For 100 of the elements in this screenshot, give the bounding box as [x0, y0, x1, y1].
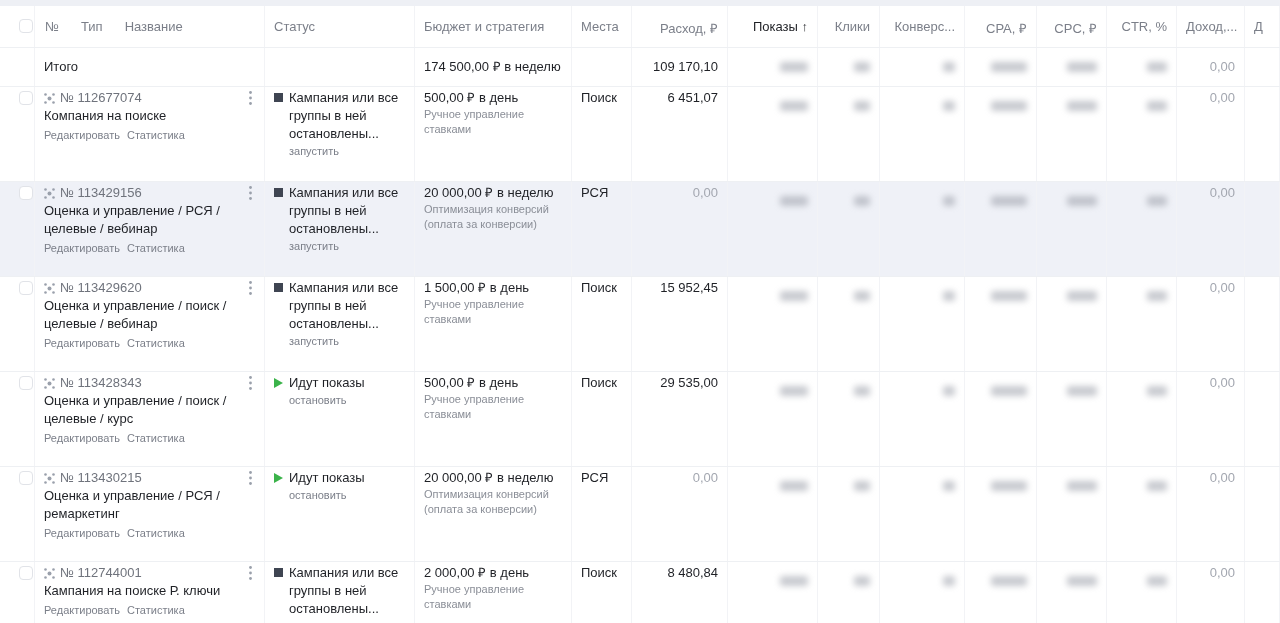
strategy-text: Ручное управление ставками — [424, 107, 526, 137]
checkbox[interactable] — [19, 281, 33, 295]
column-header[interactable]: Статус — [274, 19, 316, 34]
blurred-value — [854, 196, 870, 206]
blurred-value — [1147, 62, 1167, 72]
blurred-value — [991, 101, 1027, 111]
blurred-value — [780, 291, 808, 301]
campaign-name: Компания на поиске — [44, 107, 167, 125]
status-action-link[interactable]: запустить — [289, 238, 339, 254]
blurred-value — [943, 196, 955, 206]
blurred-value — [943, 291, 955, 301]
strategy-text: Оптимизация конверсий (оплата за конверсии) — [424, 202, 550, 232]
blurred-value — [1147, 291, 1167, 301]
stop-icon — [274, 568, 283, 577]
status-action-link[interactable]: остановить — [289, 487, 347, 503]
network-icon — [44, 567, 55, 579]
campaign-name: Оценка и управление / РСЯ / целевые / вебинар — [44, 202, 221, 238]
column-header[interactable]: Тип — [80, 19, 103, 47]
campaign-number: № 113429156 — [60, 184, 142, 202]
statistics-link[interactable]: Статистика — [127, 430, 185, 446]
blurred-value — [1067, 386, 1097, 396]
column-header[interactable]: Показы ↑ — [752, 19, 808, 34]
campaign-row[interactable]: № 113430215 Оценка и управление / РСЯ / ремаркетинг Редактировать Статистика Идут показы остановить 20 000,00 ₽ в неделю Оптимизация конверсий (оплата за конверсии) РСЯ 0,00 0,00 — [0, 467, 1280, 562]
edit-link[interactable]: Редактировать — [44, 335, 120, 351]
blurred-value — [780, 196, 808, 206]
column-header[interactable]: № — [45, 19, 59, 47]
edit-link[interactable]: Редактировать — [44, 240, 120, 256]
edit-link[interactable]: Редактировать — [44, 525, 120, 541]
checkbox[interactable] — [19, 91, 33, 105]
status-action-link[interactable]: остановить — [289, 392, 347, 408]
budget-amount: 1 500,00 ₽ в день — [424, 279, 530, 297]
column-header[interactable]: Конверс... — [894, 19, 955, 34]
network-icon — [44, 472, 55, 484]
budget-amount: 20 000,00 ₽ в неделю — [424, 469, 554, 487]
column-header[interactable]: Д — [1254, 19, 1263, 34]
income-value: 0,00 — [1209, 184, 1235, 202]
campaign-number: № 113428343 — [60, 374, 142, 392]
total-budget: 174 500,00 ₽ в неделю — [424, 58, 561, 76]
blurred-value — [991, 386, 1027, 396]
blurred-value — [1147, 101, 1167, 111]
expense-value: 0,00 — [692, 469, 718, 487]
status-text: Кампания или все группы в ней остановлены... — [289, 279, 400, 333]
status-action-link[interactable]: запустить — [289, 143, 339, 159]
checkbox[interactable] — [19, 19, 33, 33]
campaign-name: Оценка и управление / поиск / целевые / курс — [44, 392, 228, 428]
blurred-value — [991, 291, 1027, 301]
statistics-link[interactable]: Статистика — [127, 525, 185, 541]
column-header[interactable]: Клики — [834, 19, 870, 34]
edit-link[interactable]: Редактировать — [44, 430, 120, 446]
expense-value: 8 480,84 — [667, 564, 718, 582]
income-value: 0,00 — [1209, 279, 1235, 297]
statistics-link[interactable]: Статистика — [127, 240, 185, 256]
strategy-text: Ручное управление ставками — [424, 392, 526, 422]
column-header[interactable]: Расход, ₽ — [659, 19, 718, 37]
column-header[interactable]: Бюджет и стратегия — [424, 19, 545, 34]
stop-icon — [274, 93, 283, 102]
blurred-value — [854, 386, 870, 396]
column-header[interactable]: Места — [581, 19, 619, 34]
status-action-link[interactable]: запустить — [289, 333, 339, 349]
blurred-value — [854, 62, 870, 72]
campaign-number: № 112744001 — [60, 564, 142, 582]
blurred-value — [1067, 576, 1097, 586]
status-text: Идут показы — [289, 374, 365, 392]
blurred-value — [780, 101, 808, 111]
column-header[interactable]: Название — [124, 19, 183, 47]
column-header[interactable]: Доход,... — [1186, 19, 1238, 34]
budget-amount: 2 000,00 ₽ в день — [424, 564, 530, 582]
blurred-value — [1067, 481, 1097, 491]
income-value: 0,00 — [1209, 564, 1235, 582]
blurred-value — [943, 101, 955, 111]
blurred-value — [780, 386, 808, 396]
checkbox[interactable] — [19, 471, 33, 485]
campaign-row[interactable]: № 112677074 Компания на поиске Редактировать Статистика Кампания или все группы в ней остановлены... запустить 500,00 ₽ в день Ручное управление ставками Поиск 6 451,07 0,00 — [0, 87, 1280, 182]
checkbox[interactable] — [19, 376, 33, 390]
campaign-row[interactable]: № 113428343 Оценка и управление / поиск / целевые / курс Редактировать Статистика Идут показы остановить 500,00 ₽ в день Ручное управление ставками Поиск 29 535,00 0,00 — [0, 372, 1280, 467]
blurred-value — [780, 62, 808, 72]
column-header[interactable]: CTR, % — [1121, 19, 1167, 34]
campaign-row[interactable] — [0, 182, 1280, 277]
blurred-value — [991, 576, 1027, 586]
blurred-value — [1147, 386, 1167, 396]
campaign-name: Оценка и управление / РСЯ / ремаркетинг — [44, 487, 221, 523]
edit-link[interactable]: Редактировать — [44, 127, 120, 143]
play-icon — [274, 378, 283, 388]
checkbox[interactable] — [19, 566, 33, 580]
edit-link[interactable]: Редактировать — [44, 602, 120, 618]
checkbox[interactable] — [19, 186, 33, 200]
blurred-value — [854, 101, 870, 111]
campaign-row[interactable] — [0, 277, 1280, 372]
statistics-link[interactable]: Статистика — [127, 602, 185, 618]
network-icon — [44, 282, 55, 294]
stop-icon — [274, 283, 283, 292]
statistics-link[interactable]: Статистика — [127, 127, 185, 143]
stop-icon — [274, 188, 283, 197]
blurred-value — [780, 481, 808, 491]
blurred-value — [991, 62, 1027, 72]
blurred-value — [1067, 291, 1097, 301]
blurred-value — [1147, 196, 1167, 206]
statistics-link[interactable]: Статистика — [127, 335, 185, 351]
column-header[interactable]: CPA, ₽ — [986, 19, 1027, 37]
column-header[interactable]: CPC, ₽ — [1054, 19, 1097, 37]
